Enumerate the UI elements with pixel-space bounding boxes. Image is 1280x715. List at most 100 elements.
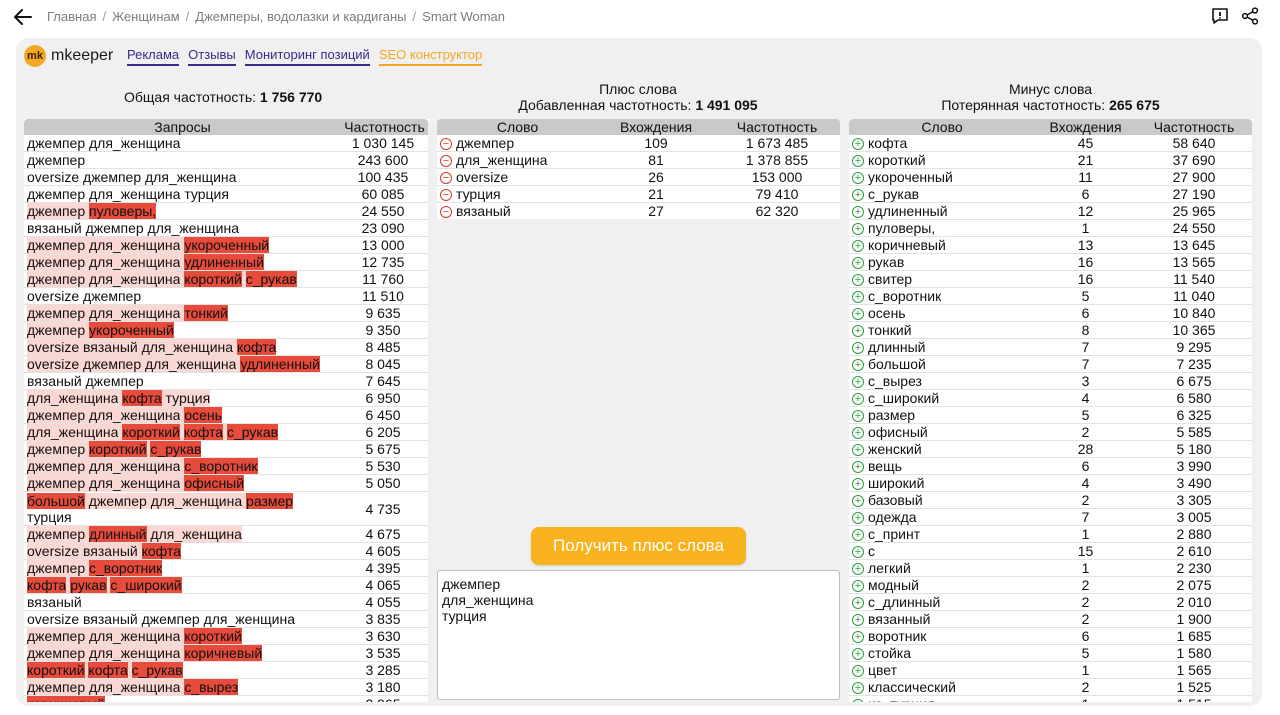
add-circle-icon[interactable]: + (852, 257, 864, 270)
column-header-word[interactable]: Слово (437, 119, 598, 135)
table-row: для_женщина короткий кофта с_рукав 6 205 (24, 424, 428, 441)
frequency-cell: 10 840 (1172, 305, 1216, 321)
add-circle-icon[interactable]: + (852, 240, 864, 253)
add-circle-icon[interactable]: + (852, 308, 864, 321)
query-fragment: oversize джемпер для_женщина (27, 169, 237, 185)
add-circle-icon[interactable]: + (852, 580, 864, 593)
add-circle-icon[interactable]: + (852, 529, 864, 542)
column-header-frequency[interactable]: Частотность (341, 119, 428, 135)
add-circle-icon[interactable]: + (852, 155, 864, 168)
query-frequency: 11 510 (362, 288, 404, 304)
word-cell: + с (849, 543, 1035, 559)
query-fragment: для_женщина (27, 424, 119, 440)
word-cell: + с_длинный (849, 594, 1035, 610)
nav-ads[interactable]: Реклама (127, 47, 180, 66)
word-cell: + широкий (849, 475, 1035, 491)
add-circle-icon[interactable]: + (852, 682, 864, 695)
table-row: + свитер 16 11 540 (849, 271, 1252, 288)
column-header-occurrences[interactable]: Вхождения (598, 119, 714, 135)
add-circle-icon[interactable]: + (852, 359, 864, 372)
word-cell: + кофта (849, 135, 1035, 151)
add-circle-icon[interactable]: + (852, 597, 864, 610)
add-circle-icon[interactable]: + (852, 172, 864, 185)
query-text: джемпер для_женщина (24, 135, 341, 151)
query-fragment: джемпер для_женщина (27, 679, 181, 695)
add-circle-icon[interactable]: + (852, 393, 864, 406)
add-circle-icon[interactable]: + (852, 444, 864, 457)
nav-reviews[interactable]: Отзывы (188, 47, 236, 66)
column-header-occurrences[interactable]: Вхождения (1035, 119, 1136, 135)
query-text: джемпер для_женщина турция (24, 186, 341, 202)
add-circle-icon[interactable]: + (852, 274, 864, 287)
plus-words-textarea[interactable]: джемпер для_женщина турция (437, 570, 840, 700)
add-circle-icon[interactable]: + (852, 189, 864, 202)
add-circle-icon[interactable]: + (852, 495, 864, 508)
remove-circle-icon[interactable]: − (440, 206, 452, 219)
remove-circle-icon[interactable]: − (440, 155, 452, 168)
word-text: базовый (868, 492, 923, 508)
query-text: джемпер для_женщина короткий с_рукав (24, 271, 341, 287)
occurrences-cell: 21 (1077, 152, 1094, 168)
add-circle-icon[interactable]: + (852, 665, 864, 678)
get-plus-words-button[interactable]: Получить плюс слова (531, 527, 746, 565)
add-circle-icon[interactable]: + (852, 325, 864, 338)
word-text: для_женщина (456, 152, 548, 168)
column-header-queries[interactable]: Запросы (24, 119, 341, 135)
nav-seo-constructor[interactable]: SEO конструктор (378, 47, 483, 66)
frequency-cell: 79 410 (755, 186, 799, 202)
add-circle-icon[interactable]: + (852, 648, 864, 661)
add-circle-icon[interactable]: + (852, 223, 864, 236)
remove-circle-icon[interactable]: − (440, 138, 452, 151)
add-circle-icon[interactable]: + (852, 410, 864, 423)
add-circle-icon[interactable]: + (852, 478, 864, 491)
occurrences-cell: 7 (1081, 356, 1090, 372)
brand: mk mkeeper (24, 45, 113, 67)
word-cell: + вязанный (849, 611, 1035, 627)
table-row: + удлиненный 12 25 965 (849, 203, 1252, 220)
table-row: + широкий 4 3 490 (849, 475, 1252, 492)
word-cell: − турция (437, 186, 598, 202)
back-arrow-icon[interactable] (12, 6, 34, 28)
occurrences-cell: 1 (1081, 526, 1090, 542)
breadcrumb-women[interactable]: Женщинам (112, 9, 180, 24)
add-circle-icon[interactable]: + (852, 563, 864, 576)
breadcrumb-brand[interactable]: Smart Woman (422, 9, 505, 24)
table-row: + одежда 7 3 005 (849, 509, 1252, 526)
query-text: коричневый (24, 696, 341, 702)
column-header-frequency[interactable]: Частотность (1136, 119, 1252, 135)
query-text: oversize вязаный джемпер для_женщина (24, 611, 341, 627)
table-row: джемпер для_женщина короткий 3 630 (24, 628, 428, 645)
add-circle-icon[interactable]: + (852, 291, 864, 304)
add-circle-icon[interactable]: + (852, 376, 864, 389)
nav-position-monitoring[interactable]: Мониторинг позиций (244, 47, 370, 66)
add-circle-icon[interactable]: + (852, 206, 864, 219)
add-circle-icon[interactable]: + (852, 461, 864, 474)
add-circle-icon[interactable]: + (852, 138, 864, 151)
minus-words-table: Слово Вхождения Частотность + кофта 45 58 6… (849, 119, 1252, 702)
word-text: цвет (868, 662, 898, 678)
word-text: с_принт (868, 526, 921, 542)
add-circle-icon[interactable]: + (852, 699, 864, 702)
remove-circle-icon[interactable]: − (440, 172, 452, 185)
query-frequency: 3 285 (365, 662, 401, 678)
add-circle-icon[interactable]: + (852, 342, 864, 355)
query-text: oversize вязаный кофта (24, 543, 341, 559)
remove-circle-icon[interactable]: − (440, 189, 452, 202)
add-circle-icon[interactable]: + (852, 631, 864, 644)
breadcrumb-home[interactable]: Главная (47, 9, 96, 24)
share-icon[interactable] (1240, 6, 1260, 26)
report-icon[interactable] (1210, 6, 1230, 26)
add-circle-icon[interactable]: + (852, 512, 864, 525)
word-text: с_воротник (868, 288, 942, 304)
add-circle-icon[interactable]: + (852, 546, 864, 559)
query-frequency: 6 950 (365, 390, 401, 406)
column-header-frequency[interactable]: Частотность (714, 119, 840, 135)
add-circle-icon[interactable]: + (852, 614, 864, 627)
query-frequency: 100 435 (357, 169, 409, 185)
occurrences-cell: 6 (1081, 305, 1090, 321)
query-frequency: 13 000 (361, 237, 405, 253)
add-circle-icon[interactable]: + (852, 427, 864, 440)
word-text: длинный (868, 339, 926, 355)
breadcrumb-category[interactable]: Джемперы, водолазки и кардиганы (195, 9, 406, 24)
column-header-word[interactable]: Слово (849, 119, 1035, 135)
